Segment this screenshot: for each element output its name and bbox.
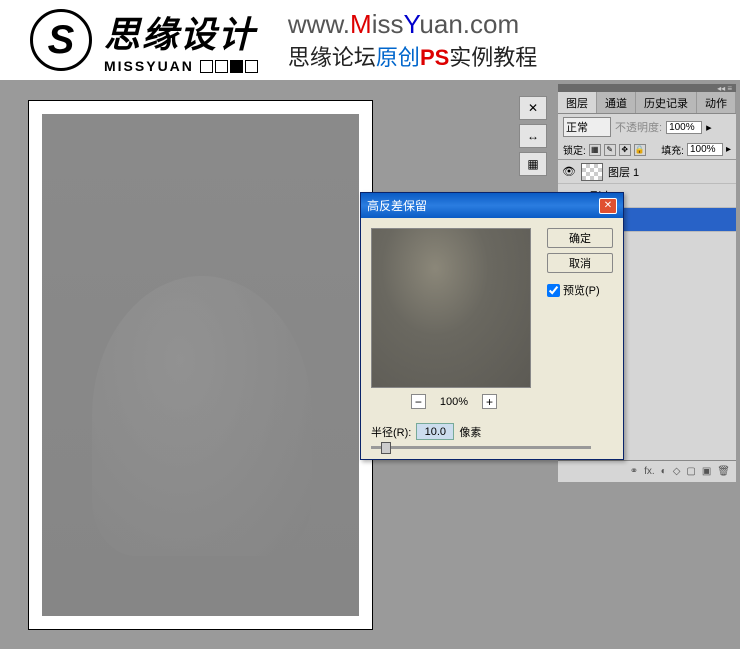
canvas[interactable] [28, 100, 373, 630]
logo-en: MISSYUAN [104, 58, 258, 74]
opacity-value[interactable]: 100% [666, 121, 702, 134]
tab-channels[interactable]: 通道 [597, 92, 636, 113]
cancel-button[interactable]: 取消 [547, 253, 613, 273]
page-header: S 思缘设计 MISSYUAN www.MissYuan.com 思缘论坛原创P… [0, 0, 740, 80]
lock-row: 锁定: ▦ ✎ ✥ 🔒 填充: 100% ▸ [558, 140, 736, 160]
lock-label: 锁定: [563, 142, 586, 157]
opacity-label: 不透明度: [615, 119, 662, 135]
zoom-out-button[interactable]: − [411, 394, 426, 409]
fx-icon[interactable]: fx. [644, 466, 655, 477]
blend-mode-select[interactable]: 正常 [563, 117, 611, 137]
tab-history[interactable]: 历史记录 [636, 92, 697, 113]
mask-icon[interactable]: ◐ [661, 466, 667, 477]
panel-tabs: 图层 通道 历史记录 动作 [558, 92, 736, 114]
zoom-in-button[interactable]: + [482, 394, 497, 409]
lock-transparent-icon[interactable]: ▦ [589, 144, 601, 156]
chevron-right-icon[interactable]: ▸ [706, 121, 712, 134]
tab-actions[interactable]: 动作 [697, 92, 736, 113]
lock-all-icon[interactable]: 🔒 [634, 144, 646, 156]
visibility-icon[interactable]: 👁 [562, 165, 576, 178]
layers-footer: ⚭ fx. ◐ ◇ ▢ ▣ 🗑 [558, 460, 736, 482]
blend-mode-row: 正常 不透明度: 100% ▸ [558, 114, 736, 140]
canvas-image [42, 114, 359, 616]
dialog-titlebar[interactable]: 高反差保留 ✕ [361, 193, 623, 218]
preview-checkbox-row[interactable]: 预览(P) [547, 282, 613, 298]
preview-box[interactable] [371, 228, 531, 388]
workspace: ✕ ↔ ▦ ◂◂ ≡ 图层 通道 历史记录 动作 正常 不透明度: 100% ▸… [0, 80, 740, 649]
preview-label: 预览(P) [563, 282, 600, 298]
square-icon [245, 60, 258, 73]
layer-row[interactable]: 👁 图层 1 [558, 160, 736, 184]
preview-image [372, 229, 530, 387]
ok-button[interactable]: 确定 [547, 228, 613, 248]
tool-button[interactable]: ▦ [519, 152, 547, 176]
slider-thumb[interactable] [381, 442, 391, 454]
panel-header-bar: ◂◂ ≡ [558, 84, 736, 92]
panel-menu-icon[interactable]: ◂◂ ≡ [717, 84, 732, 92]
radius-label: 半径(R): [371, 424, 411, 440]
tab-layers[interactable]: 图层 [558, 92, 597, 113]
logo-cn: 思缘设计 [104, 6, 258, 58]
tool-palette: ✕ ↔ ▦ [519, 96, 553, 176]
link-icon[interactable]: ⚭ [630, 466, 638, 477]
tool-button[interactable]: ↔ [519, 124, 547, 148]
close-icon[interactable]: ✕ [599, 198, 617, 214]
zoom-value: 100% [440, 396, 468, 408]
fill-label: 填充: [661, 142, 684, 157]
chevron-right-icon[interactable]: ▸ [726, 144, 731, 155]
layer-name: 图层 1 [608, 164, 639, 180]
zoom-controls: − 100% + [371, 394, 537, 409]
square-filled-icon [230, 60, 243, 73]
fill-value[interactable]: 100% [687, 143, 723, 156]
radius-row: 半径(R): 像素 [361, 419, 623, 446]
radius-slider[interactable] [361, 446, 623, 459]
square-icon [200, 60, 213, 73]
dialog-title: 高反差保留 [367, 197, 427, 214]
logo-icon: S [30, 9, 92, 71]
radius-unit: 像素 [459, 424, 481, 440]
adjustment-icon[interactable]: ◇ [673, 466, 681, 477]
slogan: 思缘论坛原创PS实例教程 [288, 40, 537, 72]
layer-thumbnail[interactable] [581, 163, 603, 181]
square-icon [215, 60, 228, 73]
high-pass-dialog: 高反差保留 ✕ − 100% + 确定 取消 预览(P) [360, 192, 624, 460]
preview-checkbox[interactable] [547, 284, 560, 297]
site-url: www.MissYuan.com [288, 9, 537, 40]
lock-brush-icon[interactable]: ✎ [604, 144, 616, 156]
radius-input[interactable] [416, 423, 454, 440]
lock-move-icon[interactable]: ✥ [619, 144, 631, 156]
new-layer-icon[interactable]: ▣ [702, 466, 711, 477]
logo-text: 思缘设计 MISSYUAN [104, 6, 258, 74]
header-right: www.MissYuan.com 思缘论坛原创PS实例教程 [288, 9, 537, 72]
trash-icon[interactable]: 🗑 [717, 466, 730, 477]
folder-icon[interactable]: ▢ [686, 466, 695, 477]
tool-button[interactable]: ✕ [519, 96, 547, 120]
